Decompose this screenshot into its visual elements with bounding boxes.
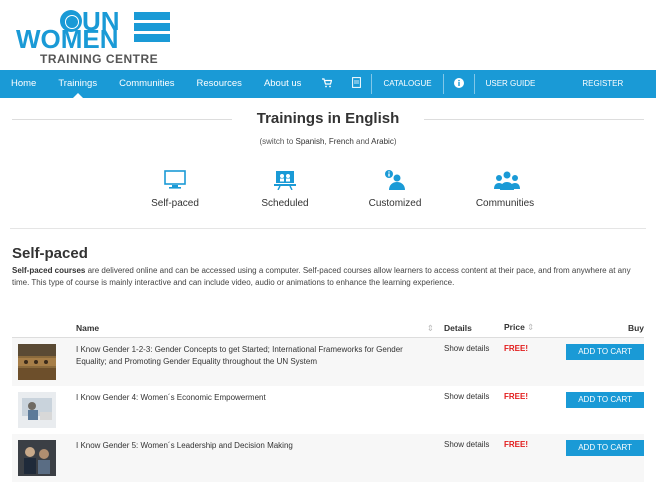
column-header-price-label: Price bbox=[504, 322, 525, 332]
sort-icon: ⇕ bbox=[527, 322, 535, 332]
show-details-link[interactable]: Show details bbox=[444, 344, 504, 353]
training-categories: Self-paced Scheduled Customized Communit… bbox=[120, 170, 560, 220]
nav-item-home[interactable]: Home bbox=[0, 70, 47, 98]
nav-item-resources[interactable]: Resources bbox=[186, 70, 253, 98]
group-icon bbox=[494, 170, 520, 190]
course-thumbnail[interactable] bbox=[18, 440, 56, 476]
course-price: FREE! bbox=[504, 344, 528, 353]
logo-subtitle: TRAINING CENTRE bbox=[40, 52, 159, 66]
language-switch-suffix: ) bbox=[393, 137, 397, 146]
category-label: Communities bbox=[475, 198, 535, 209]
info-icon[interactable] bbox=[444, 77, 474, 91]
table-row: I Know Gender 1-2-3: Gender Concepts to … bbox=[12, 338, 644, 386]
section-divider bbox=[10, 228, 646, 229]
un-women-logo[interactable]: UN WOMEN TRAINING CENTRE bbox=[14, 4, 174, 66]
language-and: and bbox=[353, 137, 372, 146]
monitor-icon bbox=[164, 170, 186, 190]
show-details-link[interactable]: Show details bbox=[444, 440, 504, 449]
section-description: Self-paced courses are delivered online … bbox=[12, 265, 648, 289]
section-desc-text: are delivered online and can be accessed… bbox=[12, 266, 631, 287]
shopping-cart-icon[interactable] bbox=[312, 77, 342, 91]
language-link-french[interactable]: French bbox=[329, 137, 354, 146]
category-label: Self-paced bbox=[151, 198, 199, 209]
person-info-icon bbox=[384, 170, 406, 190]
language-link-spanish[interactable]: Spanish bbox=[296, 137, 325, 146]
category-label: Scheduled bbox=[261, 198, 309, 209]
nav-user-guide-link[interactable]: USER GUIDE bbox=[475, 70, 547, 98]
section-title: Self-paced bbox=[12, 245, 88, 262]
nav-catalogue-link[interactable]: CATALOGUE bbox=[372, 70, 442, 98]
presentation-icon bbox=[274, 170, 296, 191]
add-to-cart-button[interactable]: ADD TO CART bbox=[566, 392, 644, 408]
logo-bars-icon bbox=[134, 12, 170, 50]
category-communities[interactable]: Communities bbox=[450, 170, 560, 209]
column-header-name[interactable]: Name bbox=[76, 322, 99, 334]
column-header-details: Details bbox=[444, 322, 472, 333]
course-price: FREE! bbox=[504, 392, 528, 401]
course-price: FREE! bbox=[504, 440, 528, 449]
course-name-link[interactable]: I Know Gender 1-2-3: Gender Concepts to … bbox=[76, 344, 444, 368]
category-scheduled[interactable]: Scheduled bbox=[230, 170, 340, 209]
course-thumbnail[interactable] bbox=[18, 392, 56, 428]
language-switch-prefix: (switch to bbox=[259, 137, 296, 146]
add-to-cart-button[interactable]: ADD TO CART bbox=[566, 440, 644, 456]
document-icon[interactable] bbox=[342, 77, 371, 91]
table-row: I Know Gender 4: Women´s Economic Empowe… bbox=[12, 386, 644, 434]
language-link-arabic[interactable]: Arabic bbox=[371, 137, 394, 146]
course-name-link[interactable]: I Know Gender 5: Women´s Leadership and … bbox=[76, 440, 444, 452]
column-header-price[interactable]: Price ⇕ bbox=[504, 322, 548, 333]
language-switch: (switch to Spanish, French and Arabic) bbox=[0, 137, 656, 146]
show-details-link[interactable]: Show details bbox=[444, 392, 504, 401]
nav-item-about-us[interactable]: About us bbox=[253, 70, 313, 98]
add-to-cart-button[interactable]: ADD TO CART bbox=[566, 344, 644, 360]
section-lead: Self-paced courses bbox=[12, 266, 86, 275]
category-self-paced[interactable]: Self-paced bbox=[120, 170, 230, 209]
table-header: Name ⇕ Details Price ⇕ Buy bbox=[12, 318, 644, 338]
nav-register-link[interactable]: REGISTER bbox=[546, 70, 656, 98]
course-name-link[interactable]: I Know Gender 4: Women´s Economic Empowe… bbox=[76, 392, 444, 404]
main-nav: Home Trainings Communities Resources Abo… bbox=[0, 70, 656, 98]
sort-icon[interactable]: ⇕ bbox=[427, 322, 434, 334]
nav-item-trainings[interactable]: Trainings bbox=[47, 70, 108, 98]
table-row: I Know Gender 5: Women´s Leadership and … bbox=[12, 434, 644, 482]
logo-women-text: WOMEN bbox=[16, 24, 119, 54]
nav-item-communities[interactable]: Communities bbox=[108, 70, 185, 98]
category-label: Customized bbox=[368, 198, 422, 209]
courses-table: Name ⇕ Details Price ⇕ Buy I Know Gender … bbox=[12, 318, 644, 482]
column-header-buy: Buy bbox=[627, 322, 644, 333]
course-thumbnail[interactable] bbox=[18, 344, 56, 380]
page-title: Trainings in English bbox=[256, 110, 400, 127]
category-customized[interactable]: Customized bbox=[340, 170, 450, 209]
